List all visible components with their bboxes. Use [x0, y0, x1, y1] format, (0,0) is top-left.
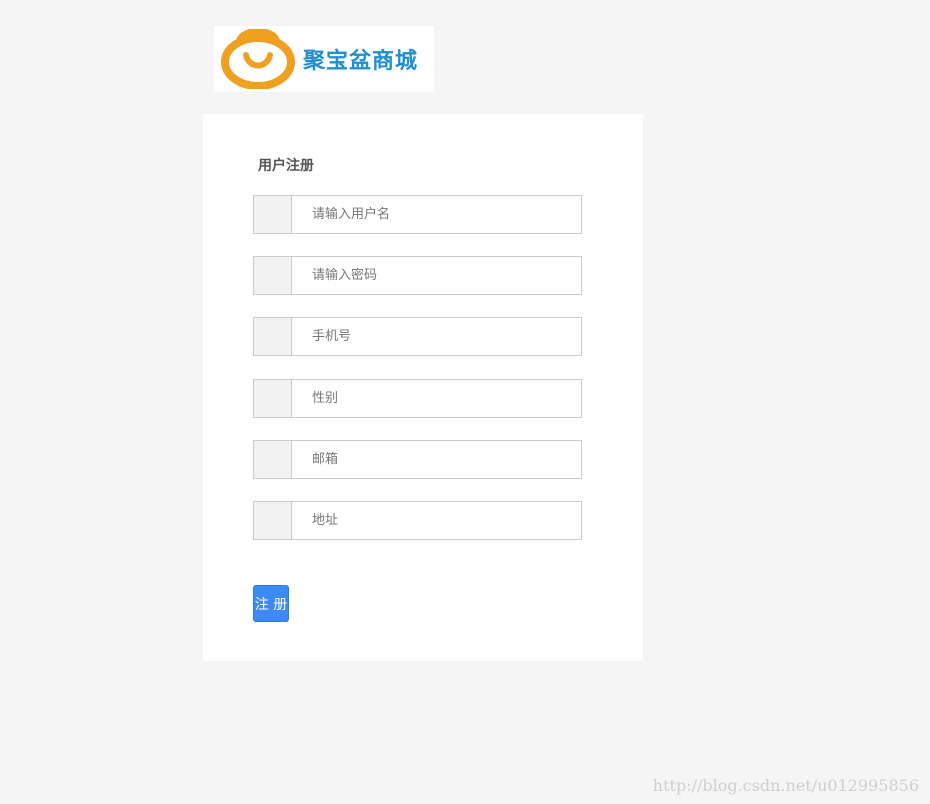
username-addon	[254, 196, 292, 233]
username-input[interactable]	[292, 196, 581, 233]
phone-addon	[254, 318, 292, 355]
gender-input[interactable]	[292, 380, 581, 417]
smile-pot-icon	[221, 29, 295, 89]
address-addon	[254, 502, 292, 539]
email-field	[253, 440, 582, 479]
phone-field	[253, 317, 582, 356]
site-logo[interactable]: 聚宝盆商城	[214, 26, 434, 92]
address-input[interactable]	[292, 502, 581, 539]
logo-text: 聚宝盆商城	[303, 48, 419, 74]
email-addon	[254, 441, 292, 478]
username-field	[253, 195, 582, 234]
phone-input[interactable]	[292, 318, 581, 355]
watermark-url: http://blog.csdn.net/u012995856	[652, 776, 919, 795]
email-input[interactable]	[292, 441, 581, 478]
password-input[interactable]	[292, 257, 581, 294]
gender-addon	[254, 380, 292, 417]
register-button[interactable]: 注 册	[253, 585, 289, 622]
password-field	[253, 256, 582, 295]
register-card: 用户注册 注 册	[203, 114, 643, 661]
gender-field	[253, 379, 582, 418]
password-addon	[254, 257, 292, 294]
page: 聚宝盆商城 用户注册 注 册 http://blog.c	[0, 0, 930, 804]
form-title: 用户注册	[258, 158, 314, 174]
address-field	[253, 501, 582, 540]
